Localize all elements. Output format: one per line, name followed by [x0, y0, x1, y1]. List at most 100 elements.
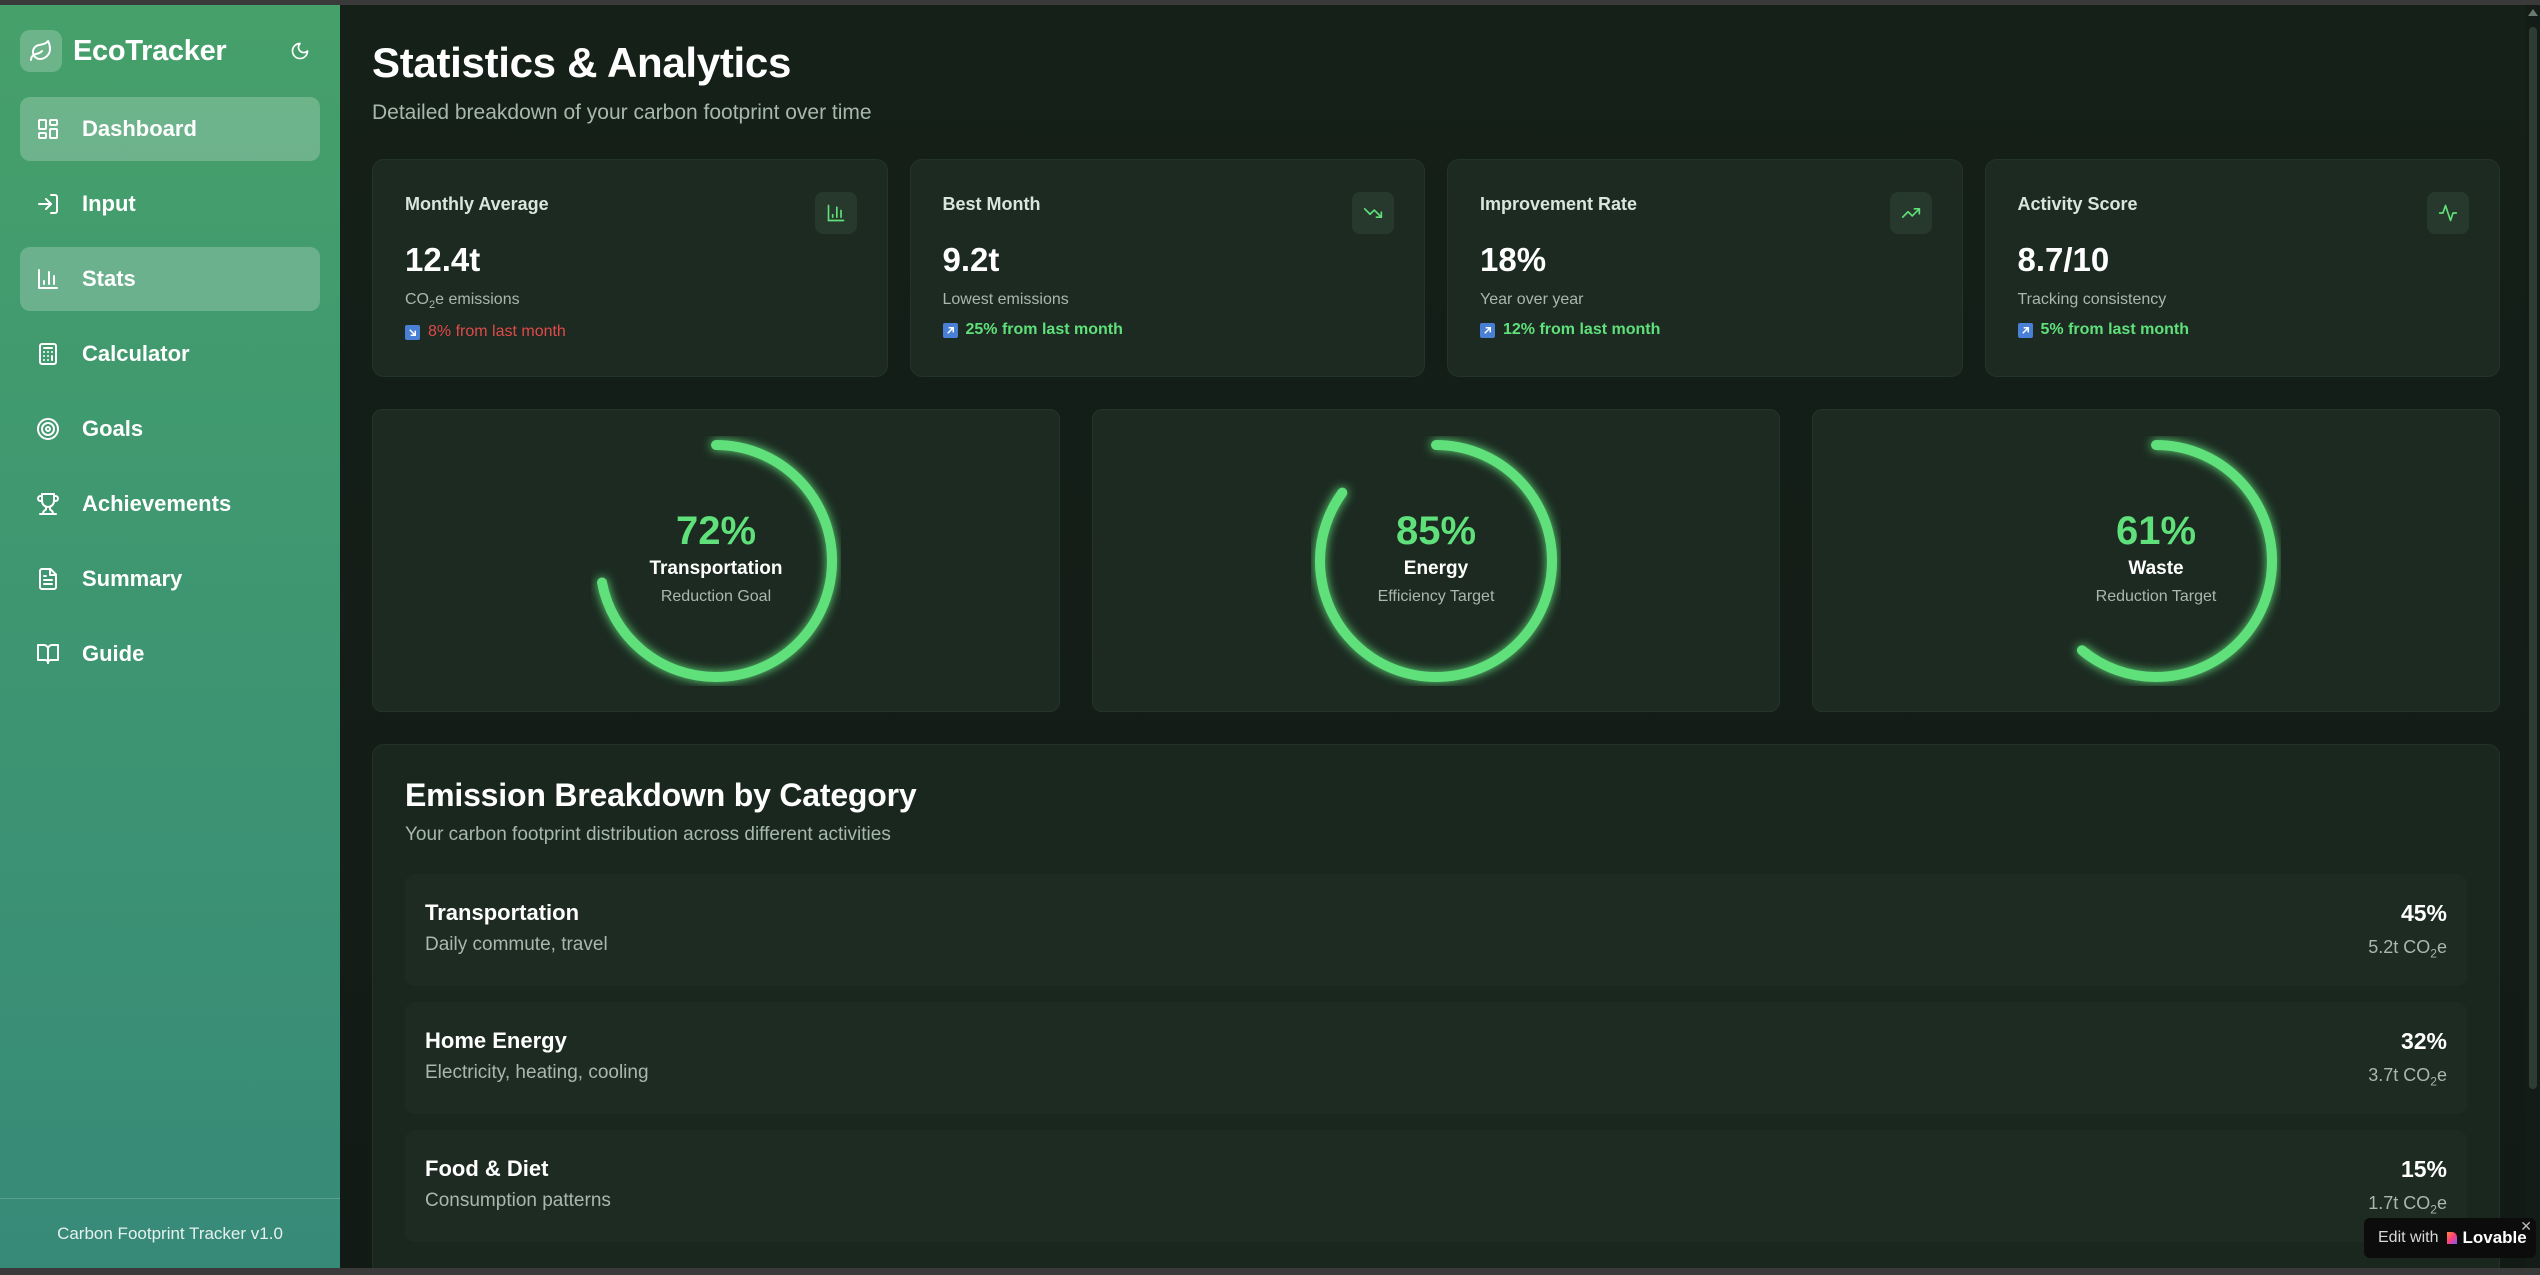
- close-icon[interactable]: ✕: [2520, 1218, 2532, 1235]
- stat-card-improvement-rate: Improvement Rate 18% Year over year 12% …: [1447, 159, 1963, 377]
- stat-card-activity-score: Activity Score 8.7/10 Tracking consisten…: [1984, 159, 2500, 377]
- arrow-up-right-icon: [1480, 322, 1495, 338]
- stat-cards: Monthly Average 12.4t CO2e emissions 8% …: [372, 159, 2500, 377]
- sidebar-footer: Carbon Footprint Tracker v1.0: [0, 1198, 340, 1268]
- theme-toggle-button[interactable]: [286, 37, 314, 65]
- moon-icon: [291, 42, 309, 60]
- list-item: Home Energy Electricity, heating, coolin…: [405, 1002, 2467, 1114]
- stat-change: 25% from last month: [942, 321, 1393, 339]
- ring-sublabel: Reduction Target: [2095, 588, 2217, 605]
- stat-title: Improvement Rate: [1480, 194, 1638, 214]
- scrollbar-thumb[interactable]: [2529, 27, 2537, 1089]
- sidebar-item-calculator[interactable]: Calculator: [20, 322, 320, 386]
- book-icon: [36, 641, 62, 667]
- scroll-up-arrow-icon[interactable]: [2528, 9, 2538, 16]
- list-item: Transportation Daily commute, travel 45%…: [405, 874, 2467, 986]
- activity-icon: [2427, 192, 2469, 234]
- progress-ring: 72% Transportation Reduction Goal: [591, 436, 841, 686]
- stat-description: Lowest emissions: [942, 291, 1069, 308]
- sidebar-item-label: Dashboard: [82, 116, 197, 141]
- sidebar-item-label: Achievements: [82, 491, 232, 516]
- ring-card-transportation: 72% Transportation Reduction Goal: [372, 409, 1060, 712]
- sidebar-item-goals[interactable]: Goals: [20, 397, 320, 461]
- category-amount: 3.7t CO2e: [2368, 1065, 2447, 1089]
- sidebar-item-label: Guide: [82, 641, 145, 666]
- category-name: Transportation: [425, 900, 580, 925]
- list-item: Food & Diet Consumption patterns 15% 1.7…: [405, 1130, 2467, 1242]
- trending-down-icon: [1352, 192, 1394, 234]
- file-text-icon: [36, 566, 62, 592]
- emission-breakdown: Emission Breakdown by Category Your carb…: [372, 744, 2500, 1268]
- ring-percent: 61%: [2115, 509, 2197, 553]
- edit-with-lovable-badge[interactable]: Edit with Lovable ✕: [2364, 1218, 2536, 1258]
- vertical-scrollbar[interactable]: [2526, 5, 2540, 1268]
- sidebar-item-guide[interactable]: Guide: [20, 622, 320, 686]
- category-name: Home Energy: [425, 1028, 567, 1053]
- category-percent: 45%: [2400, 900, 2447, 926]
- badge-brand-label: Lovable: [2462, 1228, 2527, 1247]
- category-amount: 1.7t CO2e: [2368, 1193, 2447, 1217]
- category-amount: 5.2t CO2e: [2368, 937, 2447, 961]
- ring-label: Waste: [2128, 558, 2184, 579]
- leaf-icon: [20, 30, 62, 72]
- stat-change: 5% from last month: [2017, 321, 2468, 339]
- calculator-icon: [36, 341, 62, 367]
- sidebar-item-summary[interactable]: Summary: [20, 547, 320, 611]
- target-icon: [36, 416, 62, 442]
- bar-chart-icon: [36, 266, 62, 292]
- app-window: EcoTracker Dashboard Input Stats Calcula…: [0, 5, 2540, 1268]
- progress-rings: 72% Transportation Reduction Goal 85% En…: [372, 409, 2500, 712]
- stat-value: 9.2t: [942, 241, 1000, 278]
- sidebar-item-label: Stats: [82, 266, 136, 291]
- page-subtitle: Detailed breakdown of your carbon footpr…: [372, 101, 872, 124]
- dashboard-icon: [36, 116, 62, 142]
- stat-title: Activity Score: [2017, 194, 2138, 214]
- stat-change: 8% from last month: [405, 323, 855, 341]
- sidebar-item-dashboard[interactable]: Dashboard: [20, 97, 320, 161]
- arrow-down-right-icon: [405, 324, 420, 340]
- stat-description: CO2e emissions: [405, 291, 520, 312]
- sidebar-item-label: Input: [82, 191, 136, 216]
- ring-label: Transportation: [649, 558, 783, 579]
- sidebar-item-input[interactable]: Input: [20, 172, 320, 236]
- sidebar-item-label: Goals: [82, 416, 144, 441]
- arrow-up-right-icon: [942, 322, 958, 338]
- sidebar-item-label: Summary: [82, 566, 183, 591]
- brand: EcoTracker: [0, 5, 340, 97]
- main-content: Statistics & Analytics Detailed breakdow…: [340, 5, 2540, 1268]
- sidebar-item-achievements[interactable]: Achievements: [20, 472, 320, 536]
- stat-card-best-month: Best Month 9.2t Lowest emissions 25% fro…: [909, 159, 1425, 377]
- category-detail: Electricity, heating, cooling: [425, 1062, 649, 1083]
- sidebar-item-label: Calculator: [82, 341, 190, 366]
- stat-card-monthly-average: Monthly Average 12.4t CO2e emissions 8% …: [372, 159, 888, 377]
- ring-card-energy: 85% Energy Efficiency Target: [1092, 409, 1780, 712]
- ring-percent: 85%: [1395, 509, 1477, 553]
- trophy-icon: [36, 491, 62, 517]
- breakdown-list: Transportation Daily commute, travel 45%…: [405, 874, 2467, 1242]
- lovable-heart-icon: [2447, 1232, 2458, 1244]
- stat-value: 8.7/10: [2017, 241, 2110, 278]
- badge-edit-label: Edit with: [2378, 1229, 2439, 1246]
- sidebar-item-stats[interactable]: Stats: [20, 247, 320, 311]
- sidebar-nav: Dashboard Input Stats Calculator Goals A…: [0, 97, 340, 686]
- ring-percent: 72%: [675, 509, 757, 553]
- brand-name: EcoTracker: [73, 34, 227, 67]
- arrow-up-right-icon: [2017, 322, 2033, 338]
- category-detail: Daily commute, travel: [425, 934, 608, 955]
- bar-chart-icon: [814, 192, 857, 234]
- category-percent: 15%: [2400, 1156, 2447, 1182]
- ring-sublabel: Efficiency Target: [1377, 588, 1495, 605]
- stat-change: 12% from last month: [1480, 321, 1930, 339]
- breakdown-subtitle: Your carbon footprint distribution acros…: [405, 824, 891, 845]
- ring-sublabel: Reduction Goal: [660, 588, 772, 605]
- progress-ring: 85% Energy Efficiency Target: [1311, 436, 1561, 686]
- input-icon: [36, 191, 62, 217]
- category-percent: 32%: [2400, 1028, 2447, 1054]
- trending-up-icon: [1889, 192, 1932, 234]
- page-title: Statistics & Analytics: [372, 39, 791, 86]
- progress-ring: 61% Waste Reduction Target: [2031, 436, 2281, 686]
- stat-description: Tracking consistency: [2017, 291, 2167, 308]
- breakdown-title: Emission Breakdown by Category: [405, 777, 917, 813]
- ring-card-waste: 61% Waste Reduction Target: [1812, 409, 2500, 712]
- ring-label: Energy: [1403, 558, 1469, 579]
